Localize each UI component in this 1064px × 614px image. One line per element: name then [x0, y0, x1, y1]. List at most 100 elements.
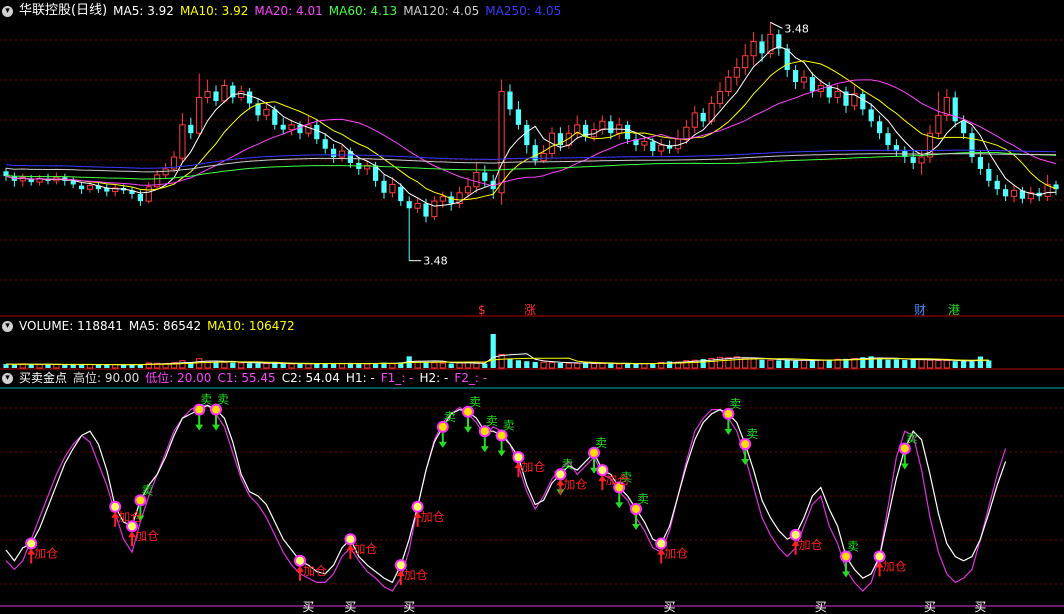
volume-bar [540, 361, 547, 369]
event-marker-dollar[interactable]: $ [478, 303, 486, 317]
h1-readout: H1: - [345, 371, 375, 385]
volume-bar [28, 364, 34, 368]
candle-body [213, 91, 219, 102]
volume-bar [280, 363, 286, 368]
sell-arrow-head [438, 441, 447, 448]
volume-bar [129, 364, 135, 368]
candle-body [498, 90, 505, 194]
bottom-buy-label: 买 [664, 600, 676, 614]
candle-body [1002, 189, 1009, 197]
volume-bar [893, 359, 900, 368]
candle-body [246, 91, 253, 104]
candle-body [650, 141, 656, 152]
candle-body [431, 200, 438, 218]
sell-arrow-head [212, 424, 220, 431]
volume-bar [305, 363, 312, 369]
candle-body [221, 85, 228, 102]
f2-readout: F2_: - [454, 371, 488, 385]
volume-bar [943, 359, 950, 369]
candle-body [641, 141, 648, 146]
volume-bar [767, 359, 774, 369]
indicator-name: 买卖金点 [19, 371, 68, 385]
stock-title: 华联控股(日线) [19, 3, 108, 18]
c1-readout: C1: 55.45 [217, 371, 276, 385]
volume-bar [599, 362, 606, 369]
add-position-label: 加仓 [135, 529, 159, 543]
candle-body [280, 124, 286, 130]
event-marker-finance[interactable]: 财 [914, 303, 926, 317]
volume-bar [608, 363, 614, 368]
sell-label: 卖 [847, 539, 859, 553]
candle-body [398, 186, 404, 202]
candle-body [414, 202, 421, 209]
candle-body [389, 183, 396, 194]
candle-body [1010, 189, 1018, 197]
event-marker-hk[interactable]: 港 [948, 303, 960, 317]
candle-body [381, 180, 387, 193]
candle-body [78, 185, 85, 190]
add-position-label: 加仓 [34, 547, 58, 561]
sell-label: 卖 [486, 414, 498, 428]
f1-readout: F1_: - [380, 371, 414, 385]
candle-body [423, 203, 429, 217]
volume-bar [515, 360, 522, 368]
sell-label: 卖 [906, 431, 918, 445]
sell-arrow-head [464, 426, 472, 433]
volume-bar [826, 359, 832, 368]
sell-arrow-head [480, 446, 489, 453]
volume-bar [590, 363, 598, 369]
candle-body [683, 126, 690, 140]
bottom-buy-label: 买 [974, 600, 986, 614]
volume-bar [179, 360, 186, 369]
candle-body [464, 186, 472, 194]
volume-readout: VOLUME: 118841 [19, 319, 123, 333]
vol-ma5-readout: MA5: 86542 [128, 319, 202, 333]
volume-bar [53, 364, 60, 369]
candle-body [196, 96, 203, 134]
volume-bar [524, 361, 530, 368]
vol-ma10-readout: MA10: 106472 [207, 319, 295, 333]
volume-bar [792, 360, 799, 368]
volume-pane-header: ▾ VOLUME: 118841 MA5: 86542 MA10: 106472 [2, 318, 301, 334]
candle-body [742, 55, 749, 69]
volume-bar [104, 364, 110, 368]
collapse-icon[interactable]: ▾ [2, 5, 13, 17]
volume-bar [750, 358, 757, 369]
bottom-buy-label: 买 [815, 600, 827, 614]
high-pointer [770, 21, 783, 29]
volume-bar [641, 363, 648, 369]
high-level-readout: 高位: 90.00 [73, 371, 140, 385]
volume-bar [624, 363, 631, 368]
volume-bar [498, 353, 505, 369]
add-position-label: 加仓 [883, 559, 907, 573]
collapse-icon[interactable]: ▾ [2, 372, 13, 384]
sell-arrow-head [497, 450, 506, 457]
collapse-icon[interactable]: ▾ [2, 320, 13, 332]
candle-body [860, 93, 866, 110]
candle-body [507, 91, 513, 110]
volume-bar [356, 363, 362, 368]
add-position-label: 加仓 [353, 542, 377, 556]
candle-body [952, 97, 958, 122]
candle-body [994, 180, 1000, 190]
volume-bar [557, 362, 564, 368]
volume-bar [255, 363, 261, 368]
candle-body [338, 150, 346, 158]
candle-body [868, 109, 874, 122]
volume-bar [800, 359, 808, 369]
low-price-label: 3.48 [423, 255, 448, 268]
ma120-readout: MA120: 4.05 [403, 4, 480, 18]
candle-body [977, 157, 984, 169]
candle-body [482, 172, 488, 181]
sell-arrow-head [724, 428, 733, 435]
volume-bar [272, 363, 278, 368]
volume-bar [935, 360, 942, 369]
candle-body [330, 148, 337, 158]
candle-body [188, 124, 194, 134]
sell-label: 卖 [503, 419, 515, 433]
volume-bar [759, 359, 765, 368]
c2-readout: C2: 54.04 [281, 371, 340, 385]
add-position-label: 加仓 [303, 564, 327, 578]
main-pane-header: ▾ 华联控股(日线) MA5: 3.92 MA10: 3.92 MA20: 4.… [2, 3, 567, 19]
event-marker-rise[interactable]: 涨 [524, 303, 536, 317]
